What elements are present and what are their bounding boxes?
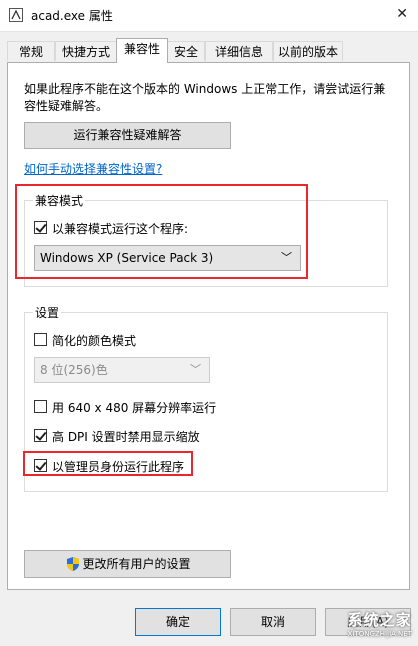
autocad-app-icon	[9, 8, 23, 22]
site-watermark: 系统之家 XITONGZHIJIA.NET	[348, 609, 412, 638]
compatibility-panel: 如果此程序不能在这个版本的 Windows 上正常工作，请尝试运行兼容性疑难解答…	[7, 62, 410, 590]
tab-previous-versions[interactable]: 以前的版本	[273, 41, 343, 61]
ok-button[interactable]: 确定	[135, 608, 221, 636]
tab-general[interactable]: 常规	[7, 41, 55, 61]
cancel-button[interactable]: 取消	[230, 608, 316, 636]
watermark-subtext: XITONGZHIJIA.NET	[347, 630, 412, 638]
window-title: acad.exe 属性	[31, 9, 113, 23]
run-troubleshooter-button[interactable]: 运行兼容性疑难解答	[24, 122, 231, 149]
change-all-users-label: 更改所有用户的设置	[82, 557, 191, 571]
change-all-users-button[interactable]: 更改所有用户的设置	[24, 550, 231, 578]
high-dpi-checkbox[interactable]	[34, 429, 47, 442]
res-640-checkbox[interactable]	[34, 400, 47, 413]
color-depth-select[interactable]: 8 位(256)色 ﹀	[34, 357, 210, 383]
close-icon[interactable]: ✕	[396, 6, 408, 22]
uac-shield-icon	[67, 557, 79, 571]
description-text: 如果此程序不能在这个版本的 Windows 上正常工作，请尝试运行兼容性疑难解答…	[24, 82, 386, 113]
highlight-run-as-admin	[23, 451, 193, 476]
high-dpi-label: 高 DPI 设置时禁用显示缩放	[52, 430, 200, 444]
settings-legend: 设置	[33, 304, 62, 321]
tab-compatibility[interactable]: 兼容性	[116, 38, 168, 63]
res-640-label: 用 640 x 480 屏幕分辨率运行	[52, 401, 217, 415]
tab-details[interactable]: 详细信息	[205, 41, 273, 61]
tab-security[interactable]: 安全	[167, 41, 205, 61]
watermark-text: 系统之家	[347, 611, 412, 629]
manual-settings-link[interactable]: 如何手动选择兼容性设置?	[24, 160, 162, 177]
reduced-color-checkbox[interactable]	[34, 333, 47, 346]
reduced-color-label: 简化的颜色模式	[52, 334, 137, 348]
highlight-compat-mode	[15, 184, 308, 279]
tab-shortcut[interactable]: 快捷方式	[55, 41, 117, 61]
color-depth-value: 8 位(256)色	[40, 363, 108, 377]
title-bar: acad.exe 属性 ✕	[0, 0, 418, 32]
chevron-down-icon: ﹀	[190, 363, 201, 376]
